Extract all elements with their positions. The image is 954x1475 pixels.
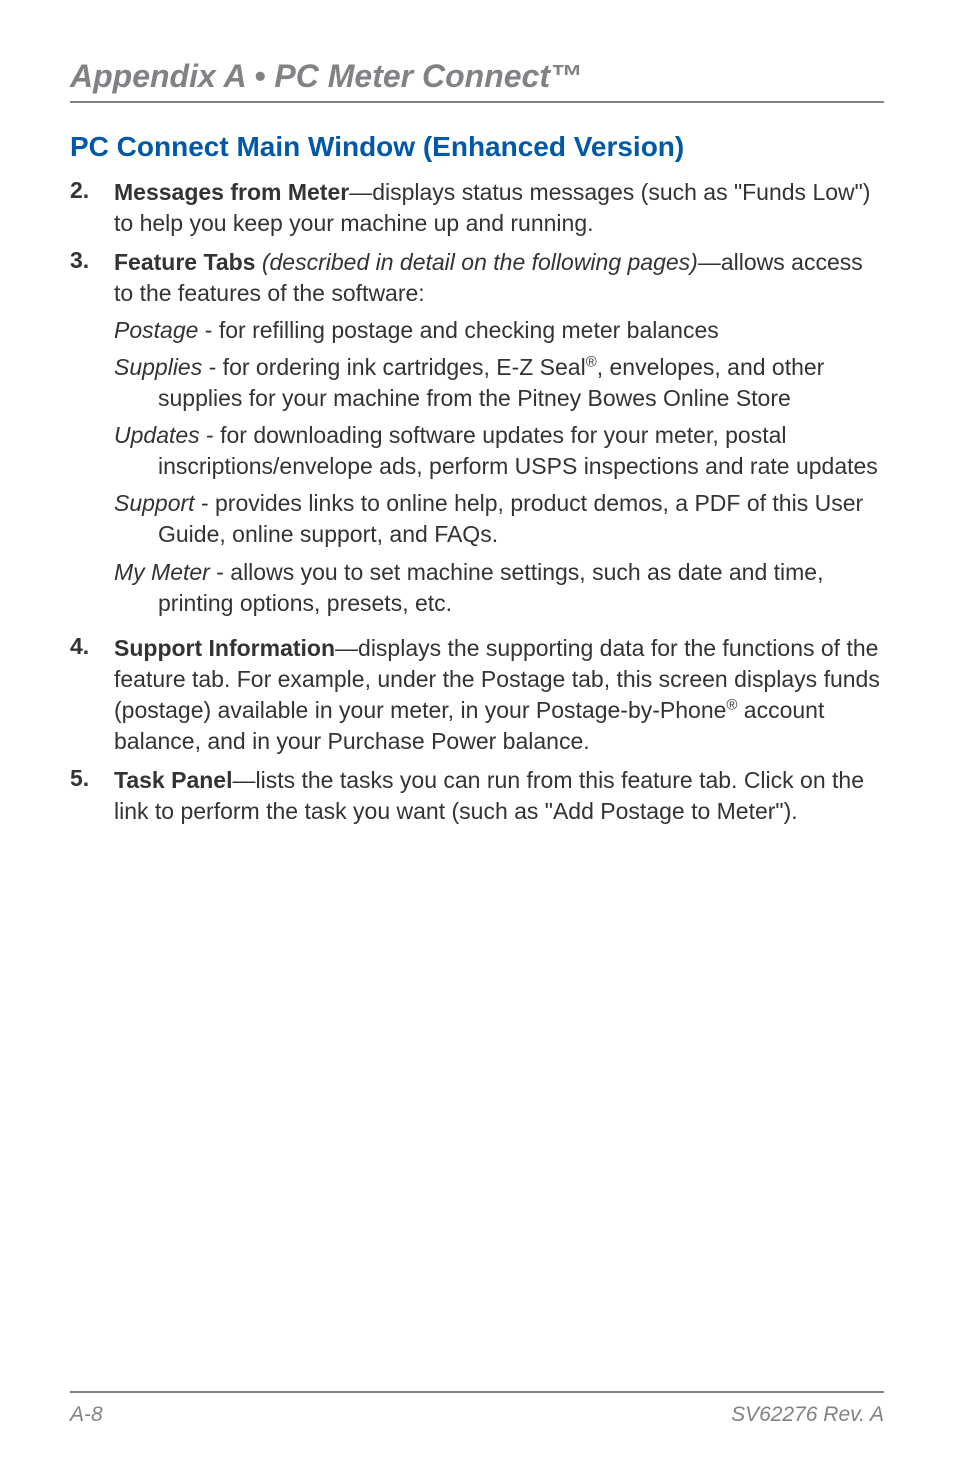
list-item: 2. Messages from Meter—displays status m… — [70, 177, 884, 239]
sub-item: Postage - for refilling postage and chec… — [114, 315, 884, 346]
item-number: 3. — [70, 247, 114, 625]
sub-item: Updates - for downloading software updat… — [114, 420, 884, 482]
sub-desc: - provides links to online help, product… — [158, 490, 863, 547]
appendix-header: Appendix A • PC Meter Connect™ — [70, 58, 884, 95]
header-divider — [70, 101, 884, 103]
sub-item: Supplies - for ordering ink cartridges, … — [114, 352, 884, 414]
footer-row: A-8 SV62276 Rev. A — [70, 1403, 884, 1427]
item-bold: Messages from Meter — [114, 179, 349, 205]
item-body: Messages from Meter—displays status mess… — [114, 177, 884, 239]
sub-term: My Meter — [114, 559, 210, 585]
sub-term: Support — [114, 490, 195, 516]
footer-divider — [70, 1391, 884, 1393]
list-item: 4. Support Information—displays the supp… — [70, 633, 884, 757]
sub-desc: - allows you to set machine settings, su… — [158, 559, 824, 616]
sub-desc-before: - for ordering ink cartridges, E-Z Seal — [202, 354, 585, 380]
sub-term: Postage — [114, 317, 198, 343]
item-bold: Support Information — [114, 635, 335, 661]
item-body: Task Panel—lists the tasks you can run f… — [114, 765, 884, 827]
registered-mark: ® — [726, 696, 737, 713]
sub-term: Supplies — [114, 354, 202, 380]
item-body: Support Information—displays the support… — [114, 633, 884, 757]
page-number: A-8 — [70, 1403, 103, 1427]
sub-item: Support - provides links to online help,… — [114, 488, 884, 550]
item-body: Feature Tabs (described in detail on the… — [114, 247, 884, 625]
page-footer: A-8 SV62276 Rev. A — [70, 1391, 884, 1427]
item-italic: (described in detail on the following pa… — [255, 249, 697, 275]
registered-mark: ® — [586, 354, 597, 371]
item-number: 4. — [70, 633, 114, 757]
sub-item: My Meter - allows you to set machine set… — [114, 557, 884, 619]
document-id: SV62276 Rev. A — [731, 1403, 884, 1427]
sub-term: Updates — [114, 422, 200, 448]
list-item: 5. Task Panel—lists the tasks you can ru… — [70, 765, 884, 827]
item-number: 2. — [70, 177, 114, 239]
section-title: PC Connect Main Window (Enhanced Version… — [70, 131, 884, 163]
sub-desc: - for downloading software updates for y… — [158, 422, 878, 479]
feature-list: 2. Messages from Meter—displays status m… — [70, 177, 884, 827]
sub-desc: - for refilling postage and checking met… — [198, 317, 718, 343]
item-number: 5. — [70, 765, 114, 827]
item-bold: Feature Tabs — [114, 249, 255, 275]
item-bold: Task Panel — [114, 767, 232, 793]
list-item: 3. Feature Tabs (described in detail on … — [70, 247, 884, 625]
